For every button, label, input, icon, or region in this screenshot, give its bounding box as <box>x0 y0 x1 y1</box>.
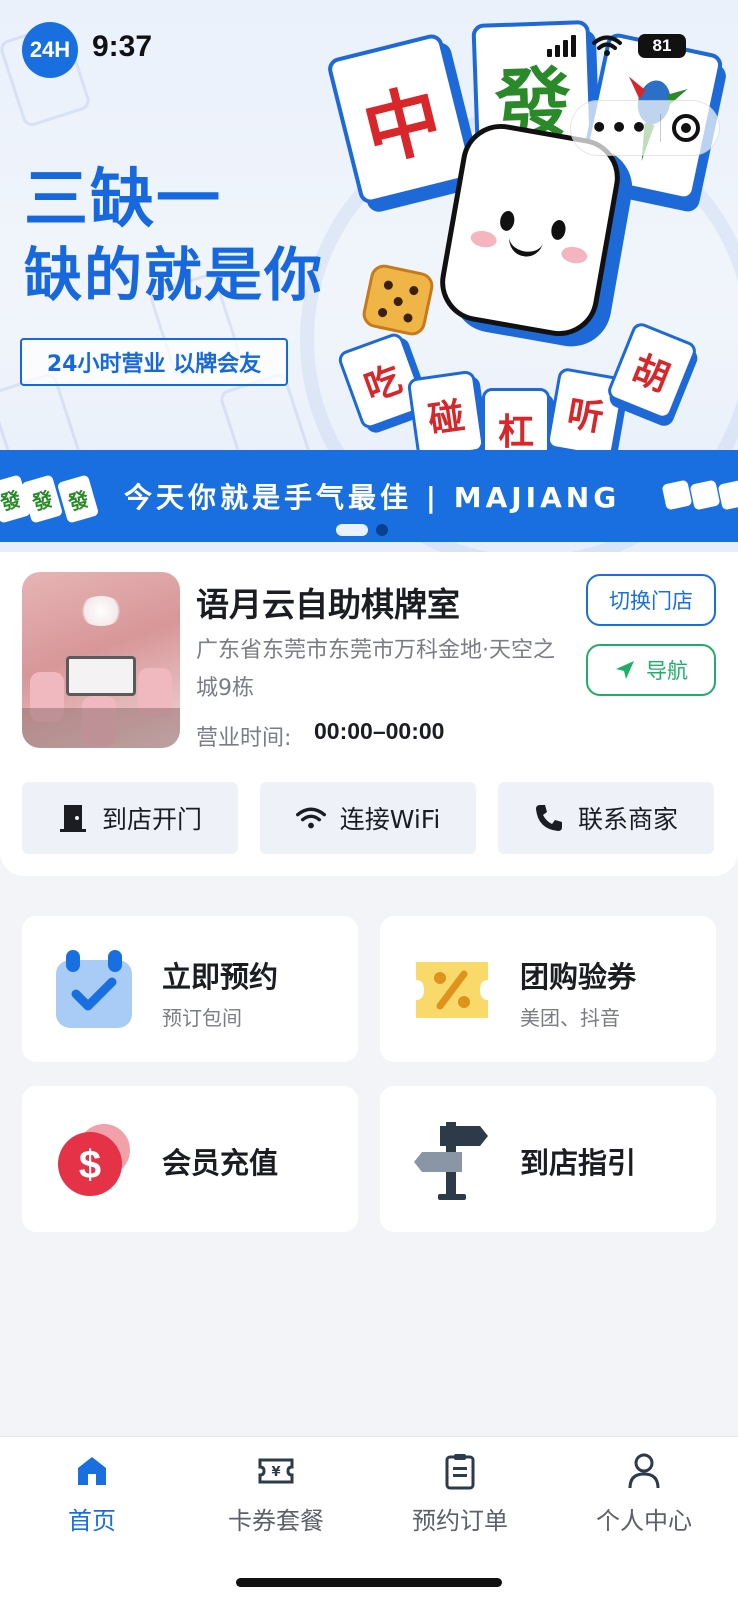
tab-orders[interactable]: 预约订单 <box>368 1451 552 1536</box>
mahjong-illustration: 中 發 吃 碰 杠 听 胡 <box>325 0 738 470</box>
more-icon[interactable]: ••• <box>590 114 650 142</box>
dice-icon <box>661 479 693 511</box>
switch-store-button[interactable]: 切换门店 <box>586 574 716 626</box>
mini-tile-icon: 發 <box>56 474 100 524</box>
coupon-verify-title: 团购验券 <box>520 960 637 994</box>
battery-indicator: 81 <box>638 34 686 58</box>
book-now-card[interactable]: 立即预约 预订包间 <box>22 916 358 1062</box>
status-icons: 81 <box>547 34 686 58</box>
contact-merchant-label: 联系商家 <box>577 805 678 834</box>
store-guide-card[interactable]: 到店指引 <box>380 1086 716 1232</box>
bottom-tab-bar: 首页 ¥ 卡券套餐 预约订单 个人中心 <box>0 1436 738 1600</box>
navigate-label: 导航 <box>646 659 688 683</box>
carousel-pager[interactable] <box>336 524 388 536</box>
store-name: 语月云自助棋牌室 <box>196 585 460 624</box>
navigation-arrow-icon <box>616 661 634 679</box>
hours-label: 营业时间: <box>196 726 292 751</box>
book-now-title: 立即预约 <box>162 960 279 994</box>
tab-orders-label: 预约订单 <box>412 1507 508 1535</box>
phone-icon <box>534 803 564 833</box>
dice-icon <box>360 262 436 338</box>
store-card: 语月云自助棋牌室 广东省东莞市东莞市万科金地·天空之城9栋 营业时间: 00:0… <box>0 552 738 876</box>
ticker-text: 今天你就是手气最佳 | MAJIANG <box>124 481 621 514</box>
close-target-icon[interactable] <box>671 114 700 142</box>
wifi-icon <box>295 803 326 833</box>
status-time: 9:37 <box>92 30 153 63</box>
mini-program-capsule[interactable]: ••• <box>570 100 720 156</box>
tile-peng: 碰 <box>406 369 486 461</box>
coupon-icon <box>410 948 494 1032</box>
banner-tagline: 24小时营业 以牌会友 <box>20 338 288 386</box>
navigate-button[interactable]: 导航 <box>586 644 716 696</box>
member-recharge-title: 会员充值 <box>162 1146 279 1180</box>
open-door-button[interactable]: 到店开门 <box>22 782 238 854</box>
tab-home[interactable]: 首页 <box>0 1451 184 1536</box>
pager-dot[interactable] <box>376 524 388 536</box>
banner-subheadline: 缺的就是你 <box>24 241 325 309</box>
store-address: 广东省东莞市东莞市万科金地·天空之城9栋 <box>196 638 555 701</box>
clipboard-icon <box>440 1451 480 1491</box>
svg-text:¥: ¥ <box>271 1465 280 1480</box>
ticket-icon: ¥ <box>256 1451 296 1491</box>
store-photo <box>22 572 180 748</box>
door-icon <box>58 803 88 833</box>
contact-merchant-button[interactable]: 联系商家 <box>498 782 714 854</box>
tile-zhong: 中 <box>325 31 477 207</box>
calendar-check-icon <box>52 948 136 1032</box>
member-recharge-card[interactable]: $ 会员充值 <box>22 1086 358 1232</box>
banner-headline: 三缺一 <box>24 163 222 237</box>
wifi-status-icon <box>592 35 622 56</box>
tab-card-packages-label: 卡券套餐 <box>228 1507 324 1535</box>
book-now-subtitle: 预订包间 <box>162 1006 242 1030</box>
quick-actions: 到店开门 连接WiFi 联系商家 <box>22 782 714 854</box>
mini-tile-icon: 發 <box>20 474 64 524</box>
tab-card-packages[interactable]: ¥ 卡券套餐 <box>184 1451 368 1536</box>
tab-home-label: 首页 <box>68 1507 116 1535</box>
signal-icon <box>547 35 576 57</box>
connect-wifi-button[interactable]: 连接WiFi <box>260 782 476 854</box>
hours-value: 00:00–00:00 <box>314 718 445 744</box>
open-door-label: 到店开门 <box>101 805 202 834</box>
brand-logo: 24H <box>22 22 78 78</box>
user-icon <box>624 1451 664 1491</box>
tab-profile[interactable]: 个人中心 <box>552 1451 736 1536</box>
connect-wifi-label: 连接WiFi <box>339 805 441 834</box>
home-indicator[interactable] <box>236 1578 502 1587</box>
signpost-icon <box>410 1118 494 1202</box>
coupon-verify-subtitle: 美团、抖音 <box>520 1006 620 1030</box>
pager-dot-active[interactable] <box>336 524 368 536</box>
coin-icon: $ <box>52 1118 136 1202</box>
store-guide-title: 到店指引 <box>520 1146 637 1180</box>
feature-grid: 立即预约 预订包间 团购验券 美团、抖音 $ 会员充值 到店指引 <box>22 916 716 1232</box>
dice-icon <box>689 479 721 511</box>
dice-icon <box>717 479 738 511</box>
hero-banner[interactable]: 中 發 吃 碰 杠 听 胡 24H 9:37 81 ••• 三缺一 缺的就是你 … <box>0 0 738 552</box>
tab-profile-label: 个人中心 <box>596 1507 692 1535</box>
coupon-verify-card[interactable]: 团购验券 美团、抖音 <box>380 916 716 1062</box>
home-icon <box>72 1451 112 1491</box>
svg-text:$: $ <box>79 1143 101 1187</box>
